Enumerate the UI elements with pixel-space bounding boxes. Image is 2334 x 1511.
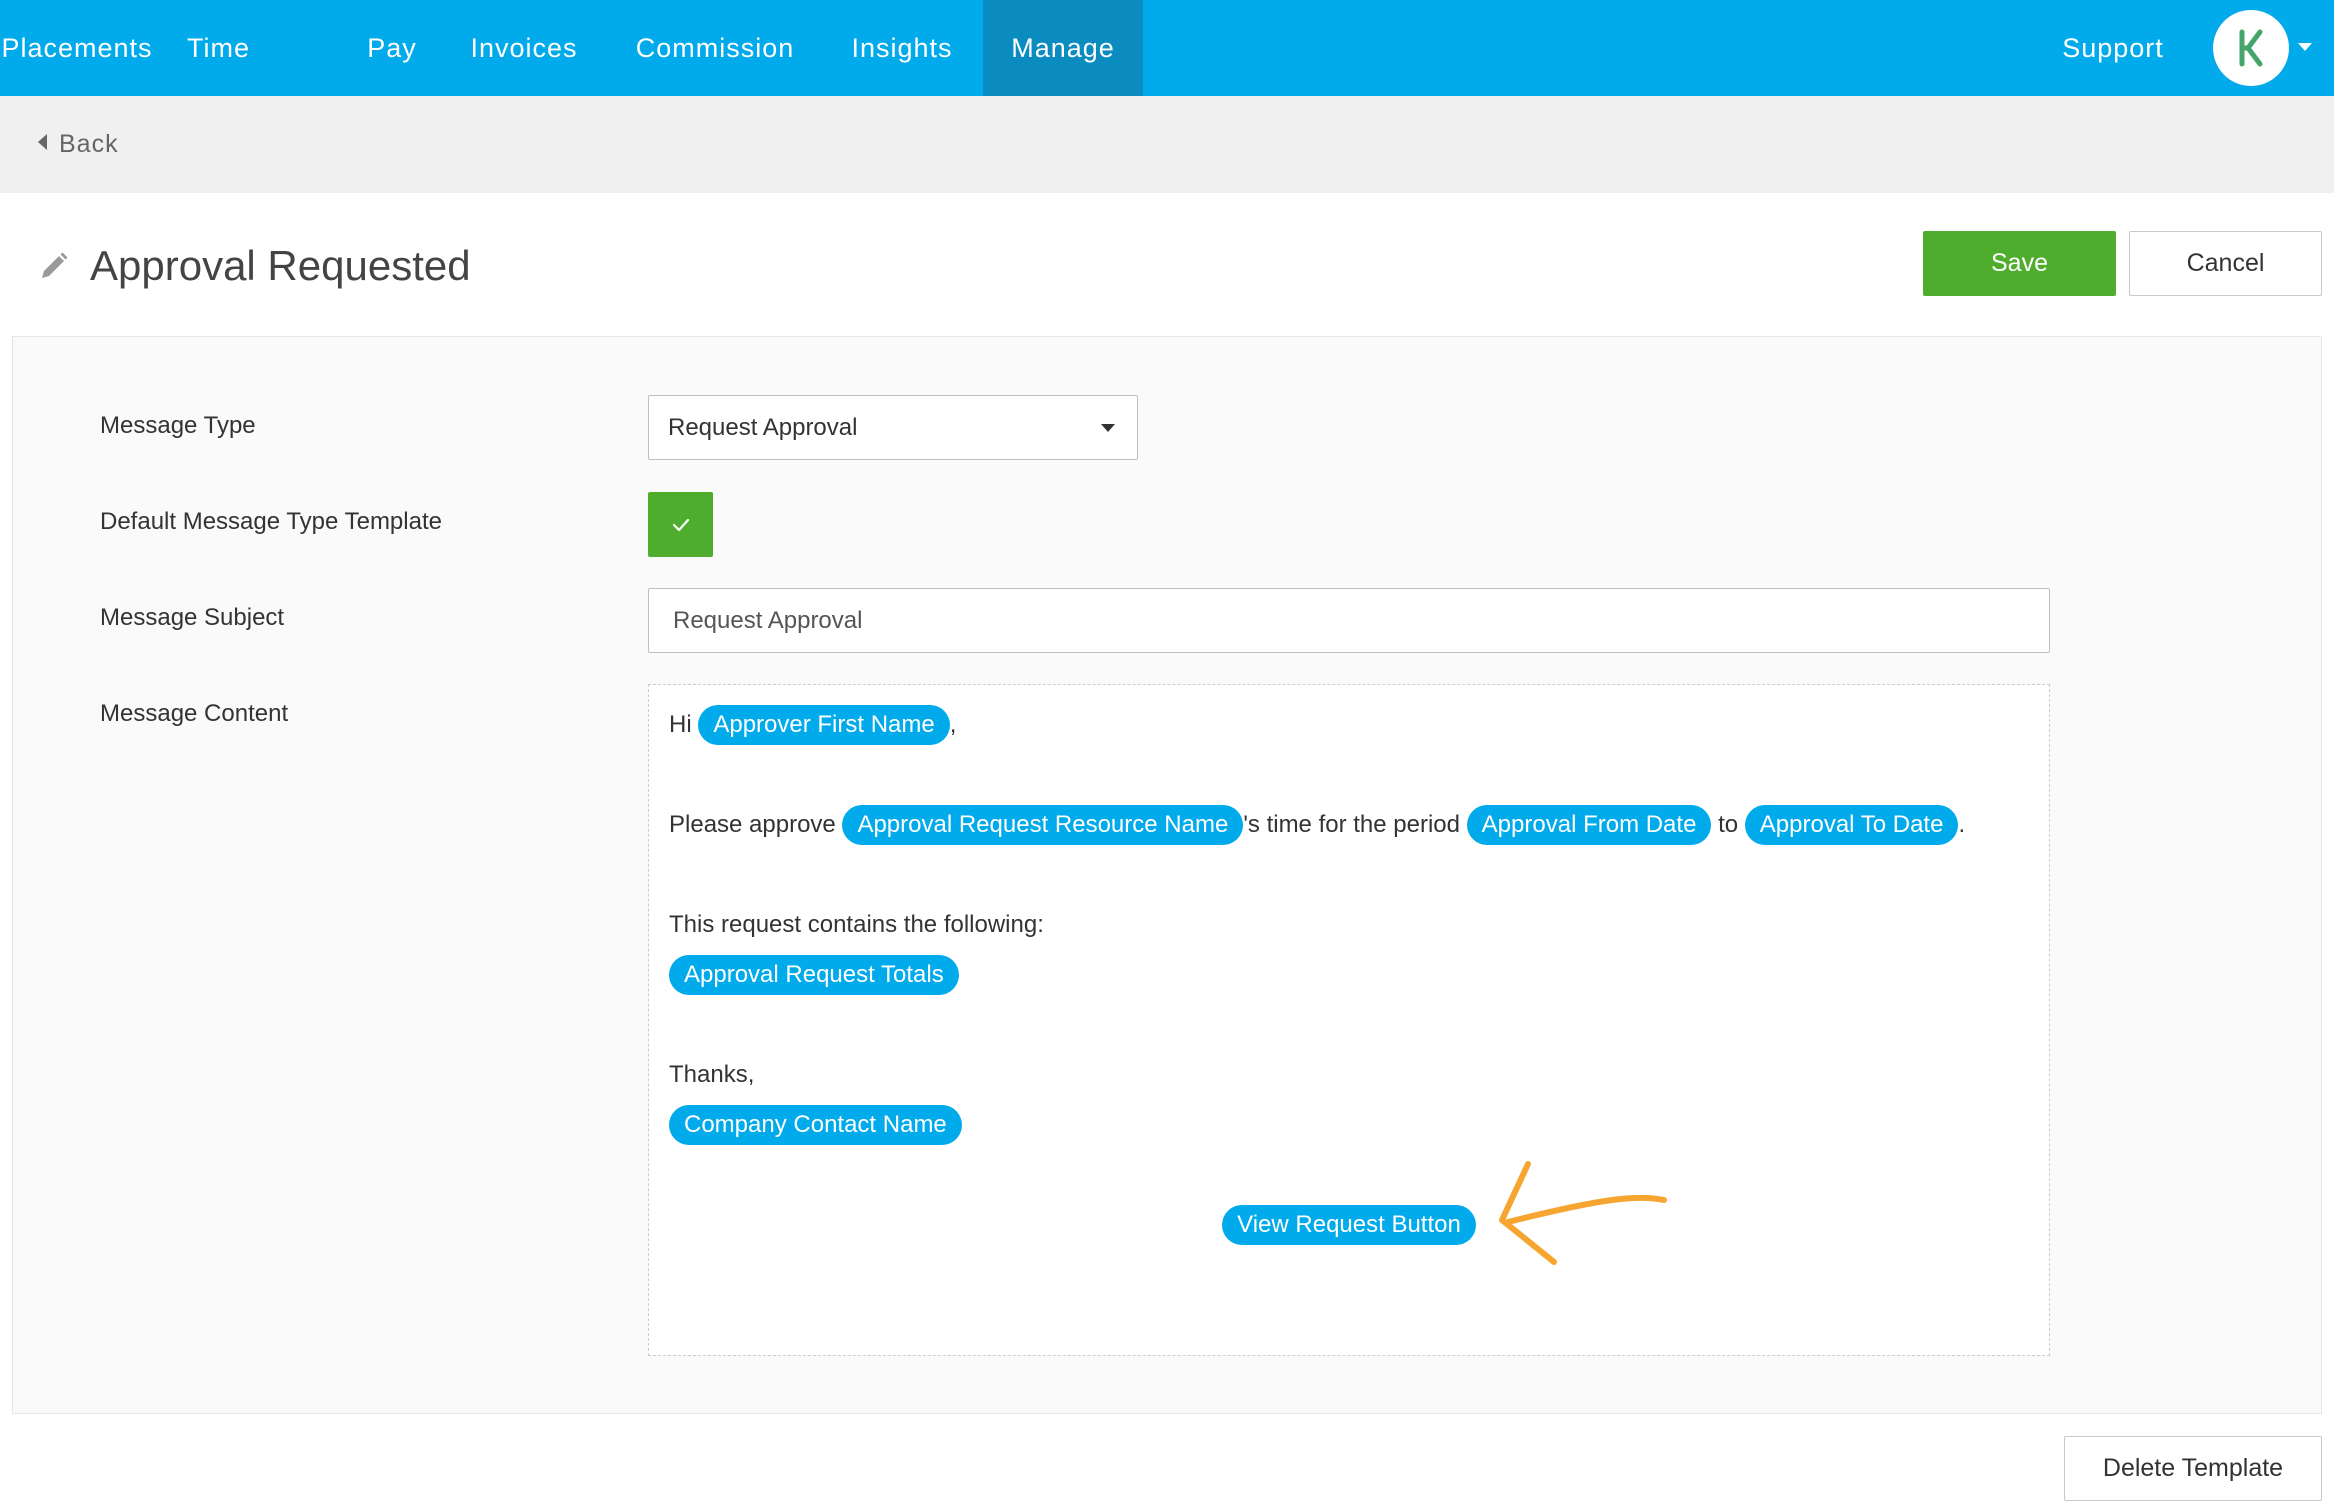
greeting-text: Hi <box>669 711 692 738</box>
nav-time[interactable]: Time <box>154 0 283 96</box>
annotation-arrow-icon <box>1499 1161 1667 1265</box>
greeting-line: Hi Approver First Name, <box>669 705 956 745</box>
nav-insights[interactable]: Insights <box>820 0 984 96</box>
nav-manage[interactable]: Manage <box>983 0 1143 96</box>
cancel-button[interactable]: Cancel <box>2129 231 2322 296</box>
message-content-label: Message Content <box>100 700 289 727</box>
page-title: Approval Requested <box>90 242 471 289</box>
company-contact-chip[interactable]: Company Contact Name <box>669 1105 962 1145</box>
pencil-icon[interactable] <box>38 250 70 282</box>
nav-invoices[interactable]: Invoices <box>448 0 600 96</box>
approver-first-name-chip[interactable]: Approver First Name <box>698 705 950 745</box>
contains-line: This request contains the following: <box>669 911 1044 938</box>
contact-line: Company Contact Name <box>669 1105 962 1145</box>
caret-left-icon <box>38 134 47 150</box>
delete-template-button[interactable]: Delete Template <box>2064 1436 2322 1501</box>
back-bar: Back <box>0 96 2334 193</box>
approve-end-text: . <box>1958 811 1966 838</box>
message-type-select[interactable]: Request Approval <box>648 395 1138 460</box>
totals-chip[interactable]: Approval Request Totals <box>669 955 959 995</box>
totals-line: Approval Request Totals <box>669 955 959 995</box>
message-subject-label: Message Subject <box>100 604 285 631</box>
nav-support[interactable]: Support <box>2040 0 2186 96</box>
view-request-button-chip[interactable]: View Request Button <box>1222 1205 1476 1245</box>
k-logo-icon <box>2239 29 2263 67</box>
thanks-line: Thanks, <box>669 1061 755 1088</box>
message-type-value: Request Approval <box>668 414 858 441</box>
approve-mid-text: 's time for the period <box>1243 811 1460 838</box>
view-request-line: View Request Button <box>649 1205 2049 1245</box>
user-avatar[interactable] <box>2213 10 2289 86</box>
approve-prefix-text: Please approve <box>669 811 836 838</box>
greeting-comma: , <box>949 711 957 738</box>
back-link[interactable]: Back <box>38 124 119 164</box>
message-subject-input[interactable] <box>648 588 2050 653</box>
top-nav: Placements Time Pay Invoices Commission … <box>0 0 2334 96</box>
message-type-label: Message Type <box>100 412 256 439</box>
to-date-chip[interactable]: Approval To Date <box>1744 805 1959 845</box>
resource-name-chip[interactable]: Approval Request Resource Name <box>842 805 1244 845</box>
default-template-checkbox[interactable] <box>648 492 713 557</box>
nav-commission[interactable]: Commission <box>610 0 820 96</box>
from-date-chip[interactable]: Approval From Date <box>1466 805 1712 845</box>
back-label: Back <box>59 130 119 158</box>
nav-placements[interactable]: Placements <box>0 0 154 96</box>
save-button[interactable]: Save <box>1923 231 2116 296</box>
message-content-editor[interactable]: Hi Approver First Name, Please approve A… <box>648 684 2050 1356</box>
approve-to-text: to <box>1718 811 1739 838</box>
default-template-label: Default Message Type Template <box>100 508 442 535</box>
nav-pay[interactable]: Pay <box>336 0 448 96</box>
checkmark-icon <box>672 518 690 532</box>
user-menu-chevron-down-icon[interactable] <box>2298 43 2312 51</box>
chevron-down-icon <box>1101 424 1115 432</box>
approve-line: Please approve Approval Request Resource… <box>669 805 1965 845</box>
